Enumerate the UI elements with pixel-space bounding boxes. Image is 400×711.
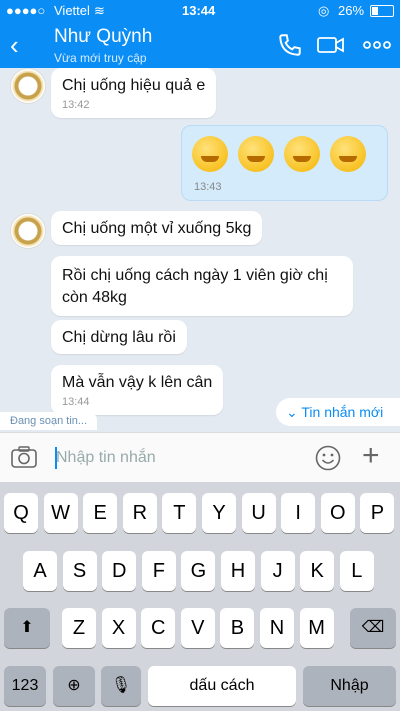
- emoji-thinking-icon: [330, 136, 366, 172]
- composer: Nhập tin nhắn +: [0, 432, 400, 483]
- key-d[interactable]: D: [102, 551, 137, 591]
- microphone-icon[interactable]: 🎙: [101, 666, 141, 706]
- message-bubble[interactable]: Chị uống một vỉ xuống 5kg: [51, 211, 263, 245]
- new-messages-label: Tin nhắn mới: [301, 404, 384, 420]
- key-n[interactable]: N: [260, 608, 294, 648]
- emoji-thinking-icon: [284, 136, 320, 172]
- rotation-lock-icon: ◎: [318, 3, 330, 18]
- key-p[interactable]: P: [360, 493, 395, 533]
- key-v[interactable]: V: [180, 608, 215, 648]
- key-z[interactable]: Z: [62, 608, 96, 648]
- back-button[interactable]: ‹: [10, 30, 36, 60]
- key-k[interactable]: K: [300, 551, 335, 591]
- new-messages-button[interactable]: ⌄ Tin nhắn mới: [276, 398, 400, 426]
- avatar[interactable]: [10, 213, 46, 249]
- chevron-down-icon: ⌄: [286, 404, 298, 420]
- key-f[interactable]: F: [141, 551, 176, 591]
- battery-icon: [370, 5, 394, 17]
- more-options-icon[interactable]: [362, 32, 392, 58]
- video-call-icon[interactable]: [316, 32, 346, 58]
- key-q[interactable]: Q: [4, 493, 38, 533]
- key-w[interactable]: W: [43, 493, 78, 533]
- message-list[interactable]: Chị uống hiệu quả e 13:42 13:43 Chị uống…: [0, 68, 400, 432]
- message-time: 13:44: [62, 396, 90, 408]
- typing-indicator: Đang soạn tin...: [0, 412, 98, 430]
- message-time: 13:43: [194, 181, 222, 193]
- key-l[interactable]: L: [339, 551, 374, 591]
- emoji-blush-icon: [192, 136, 228, 172]
- sticker-message[interactable]: 13:43: [181, 125, 388, 201]
- avatar[interactable]: [10, 68, 46, 104]
- key-i[interactable]: I: [281, 493, 316, 533]
- key-m[interactable]: M: [299, 608, 334, 648]
- contact-name[interactable]: Như Quỳnh: [54, 26, 152, 48]
- key-r[interactable]: R: [122, 493, 157, 533]
- globe-icon[interactable]: ⊕: [53, 666, 95, 706]
- key-e[interactable]: E: [83, 493, 118, 533]
- message-bubble[interactable]: Rồi chị uống cách ngày 1 viên giờ chị cò…: [51, 256, 353, 316]
- chat-header: ‹ Như Quỳnh Vừa mới truy cập: [0, 22, 400, 68]
- key-b[interactable]: B: [220, 608, 255, 648]
- key-s[interactable]: S: [62, 551, 97, 591]
- clock: 13:44: [182, 3, 216, 18]
- message-text: Chị dừng lâu rồi: [62, 329, 176, 346]
- backspace-icon[interactable]: ⌫: [350, 608, 396, 648]
- key-c[interactable]: C: [141, 608, 176, 648]
- message-bubble[interactable]: Chị dừng lâu rồi: [51, 320, 187, 354]
- space-key[interactable]: dấu cách: [148, 666, 296, 706]
- enter-key[interactable]: Nhập: [303, 666, 396, 706]
- message-time: 13:42: [62, 99, 90, 111]
- key-t[interactable]: T: [162, 493, 197, 533]
- key-h[interactable]: H: [221, 551, 255, 591]
- shift-icon[interactable]: ⬆: [4, 608, 50, 648]
- message-bubble[interactable]: Chị uống hiệu quả e 13:42: [51, 68, 217, 118]
- signal-icon: ●●●●○: [6, 3, 46, 18]
- phone-call-icon[interactable]: [276, 32, 304, 58]
- carrier: Viettel: [54, 3, 90, 18]
- key-o[interactable]: O: [320, 493, 355, 533]
- contact-status: Vừa mới truy cập: [54, 51, 147, 65]
- key-y[interactable]: Y: [202, 493, 236, 533]
- message-text: Mà vẫn vậy k lên cân: [62, 374, 213, 391]
- numbers-key[interactable]: 123: [4, 666, 46, 706]
- keyboard: QWERTYUIOP ASDFGHJKL ZXCVBNM 123 ⊕ 🎙 dấu c…: [0, 482, 400, 711]
- emoji-picker-icon[interactable]: [315, 445, 341, 471]
- key-g[interactable]: G: [181, 551, 216, 591]
- key-u[interactable]: U: [241, 493, 276, 533]
- message-text: Chị uống hiệu quả e: [62, 77, 206, 94]
- message-text: Rồi chị uống cách ngày 1 viên giờ chị cò…: [62, 267, 328, 306]
- emoji-thinking-icon: [238, 136, 274, 172]
- key-j[interactable]: J: [260, 551, 295, 591]
- key-x[interactable]: X: [101, 608, 136, 648]
- message-text: Chị uống một vỉ xuống 5kg: [62, 220, 252, 237]
- battery-level: 26%: [338, 3, 365, 18]
- camera-icon[interactable]: [11, 446, 37, 468]
- status-bar: ●●●●○ Viettel ≋ 13:44 ◎ 26%: [0, 0, 400, 22]
- message-bubble[interactable]: Mà vẫn vậy k lên cân 13:44: [51, 365, 224, 415]
- key-a[interactable]: A: [23, 551, 57, 591]
- wifi-icon: ≋: [94, 3, 105, 18]
- message-input[interactable]: Nhập tin nhắn: [56, 449, 156, 467]
- attach-plus-icon[interactable]: +: [362, 441, 380, 471]
